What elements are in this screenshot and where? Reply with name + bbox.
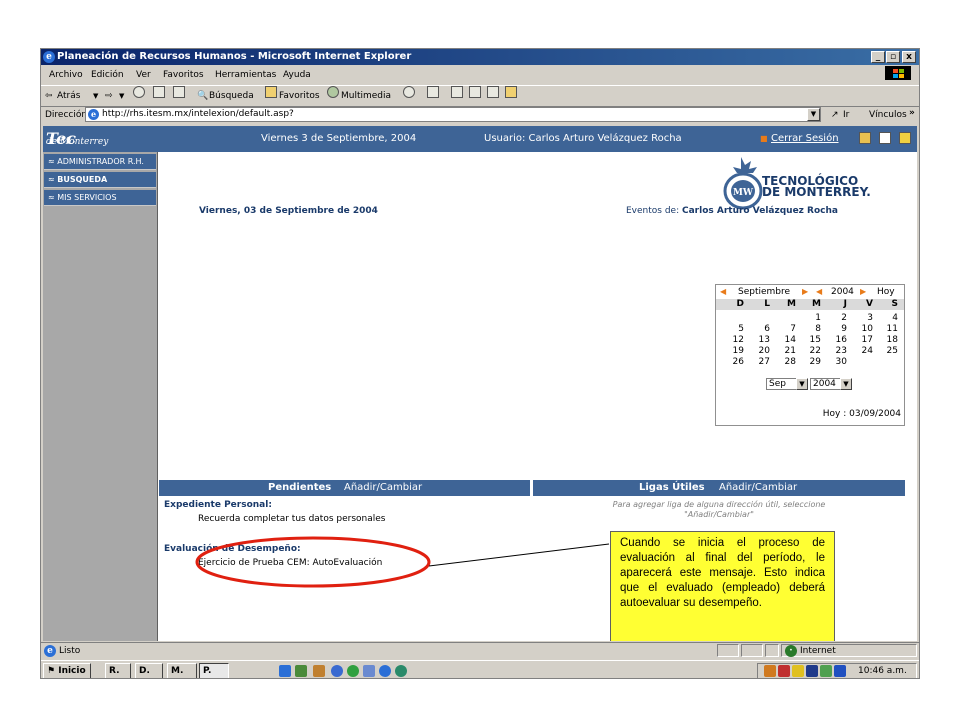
address-label: Dirección bbox=[45, 110, 88, 120]
back-arrow-icon[interactable]: ⇦ bbox=[45, 86, 53, 106]
address-input[interactable]: e http://rhs.itesm.mx/intelexion/default… bbox=[85, 107, 821, 122]
print-icon[interactable] bbox=[451, 86, 463, 98]
chevron-right-icon[interactable]: » bbox=[909, 104, 915, 122]
discuss-icon[interactable] bbox=[487, 86, 499, 98]
menu-bar: Archivo Edición Ver Favoritos Herramient… bbox=[41, 66, 919, 84]
multimedia-button[interactable]: Multimedia bbox=[341, 86, 391, 106]
maximize-button[interactable]: ▫ bbox=[886, 51, 900, 63]
tray-icon[interactable] bbox=[778, 665, 790, 677]
taskbar-button-p[interactable]: P. bbox=[199, 663, 229, 678]
callout-note: Cuando se inicia el proceso de evaluació… bbox=[610, 531, 835, 641]
desktop-icon[interactable] bbox=[295, 665, 307, 677]
status-pane bbox=[741, 644, 763, 657]
status-bar: e Listo · Internet bbox=[41, 642, 919, 659]
mail-icon[interactable] bbox=[427, 86, 439, 98]
tray-icon[interactable] bbox=[834, 665, 846, 677]
browser-icon[interactable] bbox=[379, 665, 391, 677]
go-button[interactable]: Ir bbox=[843, 106, 849, 124]
ie-quicklaunch-icon[interactable] bbox=[279, 665, 291, 677]
page-icon: e bbox=[88, 109, 99, 120]
page-content: Tec de Monterrey Viernes 3 de Septiembre… bbox=[43, 126, 917, 641]
toolbar: ⇦ Atrás ▼ ⇨ ▼ 🔍 Búsqueda Favoritos Multi… bbox=[41, 85, 919, 107]
menu-ver[interactable]: Ver bbox=[136, 66, 151, 84]
back-button[interactable]: Atrás bbox=[57, 86, 80, 106]
chevron-down-icon[interactable]: ▼ bbox=[119, 86, 124, 106]
close-button[interactable]: x bbox=[902, 51, 916, 63]
ie-icon: e bbox=[43, 51, 55, 63]
taskbar-button-d[interactable]: D. bbox=[135, 663, 163, 678]
system-tray: 10:46 a.m. bbox=[757, 663, 917, 678]
search-button[interactable]: Búsqueda bbox=[209, 86, 254, 106]
windows-logo-icon bbox=[885, 66, 911, 80]
links-button[interactable]: Vínculos bbox=[869, 106, 907, 124]
menu-favoritos[interactable]: Favoritos bbox=[163, 66, 204, 84]
refresh-icon[interactable] bbox=[153, 86, 165, 98]
app-icon[interactable] bbox=[313, 665, 325, 677]
clock: 10:46 a.m. bbox=[858, 666, 907, 676]
browser-window: e Planeación de Recursos Humanos - Micro… bbox=[40, 48, 920, 679]
address-url: http://rhs.itesm.mx/intelexion/default.a… bbox=[102, 109, 294, 119]
tray-icon[interactable] bbox=[820, 665, 832, 677]
title-bar: e Planeación de Recursos Humanos - Micro… bbox=[41, 49, 919, 65]
stop-icon[interactable] bbox=[133, 86, 145, 98]
taskbar-button-m[interactable]: M. bbox=[167, 663, 197, 678]
start-button[interactable]: ⚑ Inicio bbox=[43, 663, 91, 678]
messenger-icon[interactable] bbox=[505, 86, 517, 98]
go-icon[interactable]: ↗ bbox=[831, 106, 839, 124]
windows-flag-icon: ⚑ bbox=[47, 666, 56, 676]
tray-icon[interactable] bbox=[792, 665, 804, 677]
player-icon[interactable] bbox=[347, 665, 359, 677]
search-icon[interactable]: 🔍 bbox=[197, 86, 208, 106]
favorites-button[interactable]: Favoritos bbox=[279, 86, 320, 106]
tray-icon[interactable] bbox=[806, 665, 818, 677]
menu-ayuda[interactable]: Ayuda bbox=[283, 66, 311, 84]
status-pane bbox=[717, 644, 739, 657]
chevron-down-icon[interactable]: ▼ bbox=[93, 86, 98, 106]
home-icon[interactable] bbox=[173, 86, 185, 98]
menu-edicion[interactable]: Edición bbox=[91, 66, 124, 84]
taskbar: ⚑ Inicio R. D. M. P. 10:46 a.m. bbox=[41, 660, 919, 678]
callout-pointer-line bbox=[428, 543, 610, 567]
status-text: Listo bbox=[59, 646, 81, 656]
globe-icon: · bbox=[785, 645, 797, 657]
menu-archivo[interactable]: Archivo bbox=[49, 66, 83, 84]
multimedia-icon[interactable] bbox=[327, 86, 339, 98]
page-icon: e bbox=[44, 645, 56, 657]
edit-icon[interactable] bbox=[469, 86, 481, 98]
messenger-icon[interactable] bbox=[395, 665, 407, 677]
zone-text: Internet bbox=[800, 646, 836, 656]
window-title: Planeación de Recursos Humanos - Microso… bbox=[57, 51, 412, 62]
status-pane bbox=[765, 644, 779, 657]
menu-herramientas[interactable]: Herramientas bbox=[215, 66, 276, 84]
highlight-ring bbox=[195, 536, 431, 588]
minimize-button[interactable]: _ bbox=[871, 51, 885, 63]
zone-pane: · Internet bbox=[781, 644, 917, 657]
outlook-icon[interactable] bbox=[363, 665, 375, 677]
forward-arrow-icon[interactable]: ⇨ bbox=[105, 86, 113, 106]
address-bar: Dirección e http://rhs.itesm.mx/intelexi… bbox=[41, 106, 919, 124]
favorites-icon[interactable] bbox=[265, 86, 277, 98]
media-icon[interactable] bbox=[331, 665, 343, 677]
tray-icon[interactable] bbox=[764, 665, 776, 677]
history-icon[interactable] bbox=[403, 86, 415, 98]
taskbar-button-r[interactable]: R. bbox=[105, 663, 131, 678]
chevron-down-icon[interactable]: ▼ bbox=[807, 108, 820, 121]
